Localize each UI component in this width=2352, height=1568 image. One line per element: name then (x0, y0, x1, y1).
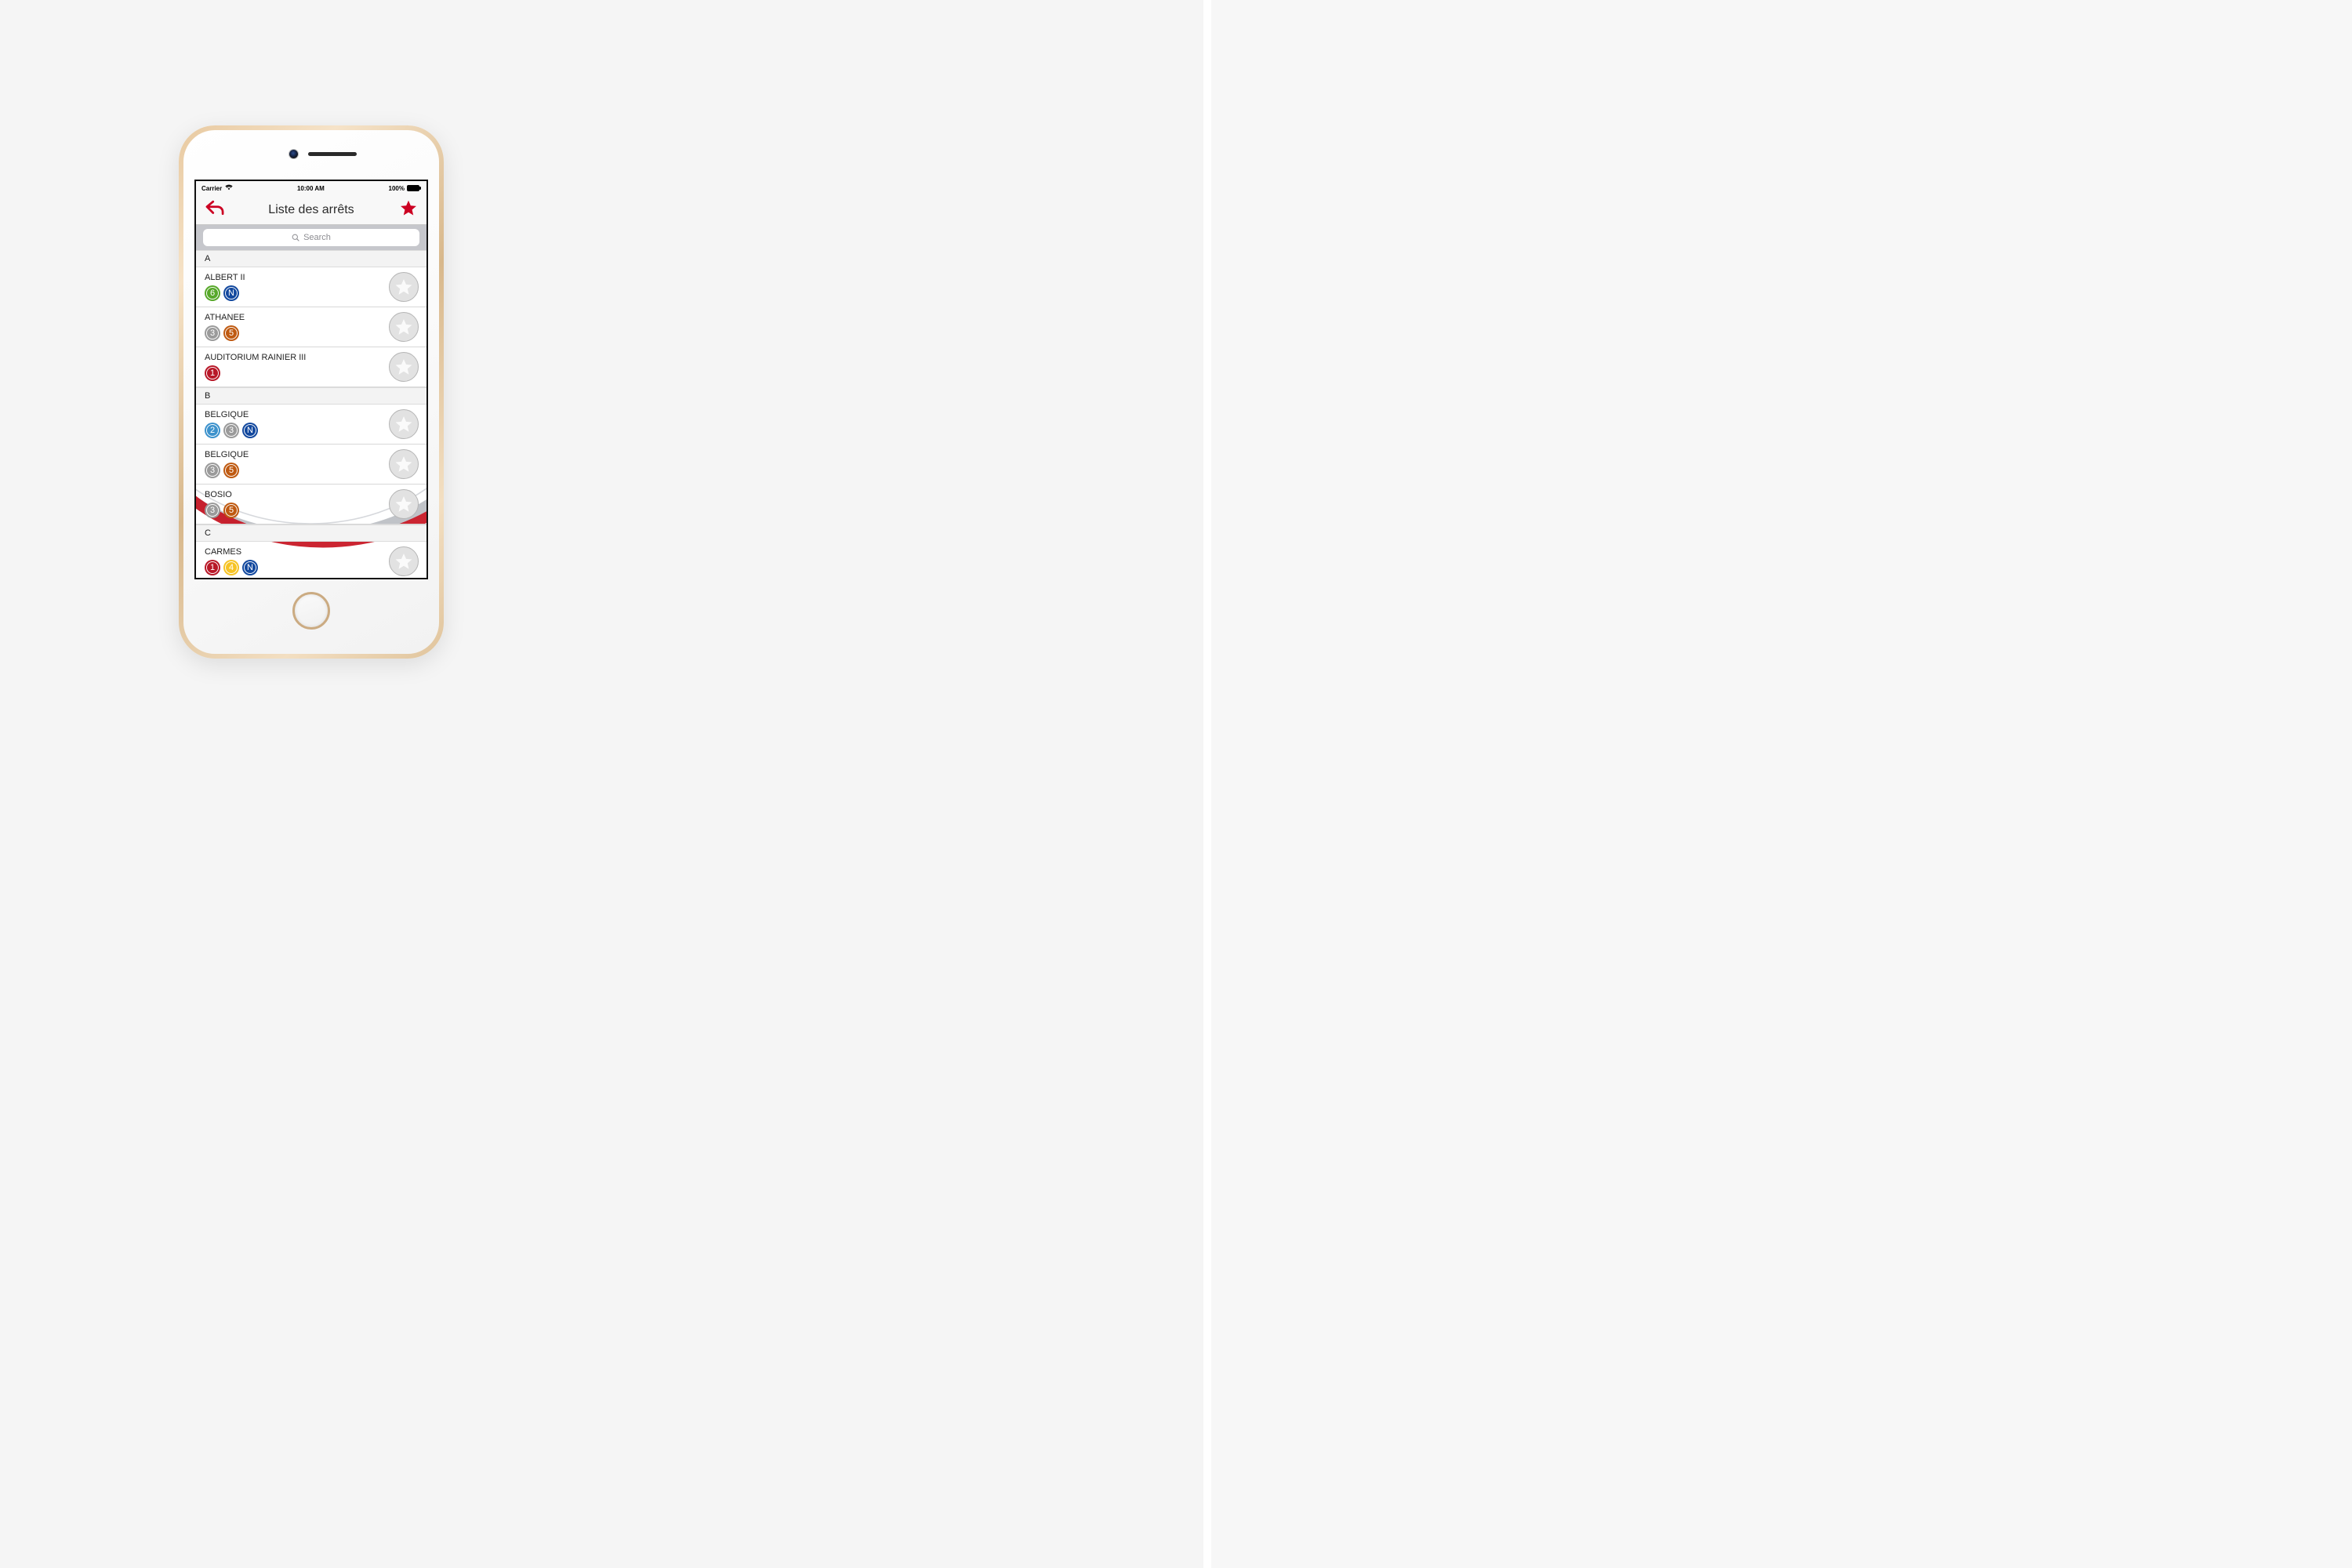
search-input[interactable]: Search (203, 229, 419, 246)
stop-row-content: CARMES 1 4 N (205, 547, 389, 575)
line-badge-label: N (228, 288, 234, 298)
favorite-star-button[interactable] (389, 546, 419, 576)
stop-row[interactable]: BOSIO 3 5 (196, 485, 426, 524)
right-panel: Carrier 10:00 AM 100% (1211, 0, 2352, 1568)
stop-name-label: AUDITORIUM RAINIER III (205, 353, 307, 362)
back-arrow-icon[interactable] (205, 200, 226, 220)
stop-name-label: BOSIO (205, 490, 232, 499)
stop-row[interactable]: ALBERT II 6 N (196, 267, 426, 307)
stop-row[interactable]: AUDITORIUM RAINIER III 1 (196, 347, 426, 387)
line-badge-label: 1 (209, 562, 216, 572)
stop-list[interactable]: A ALBERT II 6 N ATHANEE 3 5 AUDITORIUM RAINIER … (196, 194, 426, 578)
line-badge-label: N (247, 562, 253, 572)
stop-row[interactable]: BELGIQUE 3 5 (196, 445, 426, 485)
line-badge-label: 2 (209, 425, 216, 435)
favorite-star-button[interactable] (389, 272, 419, 302)
line-badge-label: 5 (228, 505, 234, 515)
line-badge-3: 3 (205, 325, 220, 341)
panel-divider (1203, 0, 1211, 1568)
line-badge-label: 3 (209, 505, 216, 515)
line-badge-5: 5 (223, 503, 239, 518)
favorite-star-button[interactable] (389, 312, 419, 342)
stop-row-content: BELGIQUE 2 3 N (205, 410, 389, 438)
stop-name-label: CARMES (205, 547, 242, 557)
line-badge-3: 3 (223, 423, 239, 438)
line-badge-label: 1 (209, 368, 216, 378)
line-badge-n: N (242, 560, 258, 575)
battery-full-icon (406, 185, 421, 191)
line-badge-label: 5 (228, 328, 234, 338)
search-placeholder: Search (303, 233, 331, 242)
line-badge-label: 6 (209, 288, 216, 298)
screen-left: Carrier 10:00 AM 100% Liste des arrêts S… (194, 180, 428, 579)
stop-row[interactable]: CARMES 1 4 N (196, 542, 426, 578)
line-badge-1: 1 (205, 365, 220, 381)
front-camera-icon (289, 150, 298, 158)
line-badge-6: 6 (205, 285, 220, 301)
line-badge-group: 2 3 N (205, 423, 389, 438)
line-badge-n: N (242, 423, 258, 438)
line-badge-group: 35 (205, 503, 389, 518)
section-header-a: A (196, 250, 426, 267)
line-badge-2: 2 (205, 423, 220, 438)
stop-row[interactable]: BELGIQUE 2 3 N (196, 405, 426, 445)
stop-name-label: ATHANEE (205, 313, 245, 322)
section-header-letter: A (205, 254, 211, 263)
line-badge-label: 3 (209, 465, 216, 475)
line-badge-group: 1 4 N (205, 560, 389, 575)
stop-row-content: BOSIO 3 5 (205, 490, 389, 518)
status-bar-time: 10:00 AM (296, 184, 325, 192)
line-badge-group: 1 (205, 365, 389, 381)
favorite-star-button[interactable] (389, 409, 419, 439)
section-header-letter: B (205, 391, 211, 401)
left-panel: Carrier 10:00 AM 100% Liste des arrêts S… (0, 0, 1203, 1568)
page-title: Liste des arrêts (268, 202, 354, 216)
line-badge-5: 5 (223, 463, 239, 478)
line-badge-4: 4 (223, 560, 239, 575)
stop-row-content: ATHANEE 3 5 (205, 313, 389, 341)
line-badge-3: 3 (205, 503, 220, 518)
line-badge-group: 6N (205, 285, 389, 301)
line-badge-group: 35 (205, 463, 389, 478)
line-badge-group: 35 (205, 325, 389, 341)
section-header-letter: C (205, 528, 211, 538)
phone-device-left: Carrier 10:00 AM 100% Liste des arrêts S… (179, 125, 444, 659)
status-bar: Carrier 10:00 AM 100% (196, 181, 426, 195)
search-bar: Search (196, 225, 426, 250)
line-badge-3: 3 (205, 463, 220, 478)
stop-name-label: ALBERT II (205, 273, 245, 282)
section-header-b: B (196, 387, 426, 405)
favorite-star-button[interactable] (389, 449, 419, 479)
line-badge-n: N (223, 285, 239, 301)
line-badge-label: N (247, 425, 253, 435)
line-badge-label: 3 (209, 328, 216, 338)
favorite-star-button[interactable] (389, 352, 419, 382)
line-badge-1: 1 (205, 560, 220, 575)
stop-row-content: ALBERT II 6 N (205, 273, 389, 301)
stop-row[interactable]: ATHANEE 3 5 (196, 307, 426, 347)
line-badge-label: 3 (228, 425, 234, 435)
line-badge-label: 5 (228, 465, 234, 475)
stop-name-label: BELGIQUE (205, 450, 249, 459)
carrier-label: Carrier (201, 184, 223, 192)
stop-row-content: BELGIQUE 3 5 (205, 450, 389, 478)
stop-name-label: BELGIQUE (205, 410, 249, 419)
line-badge-5: 5 (223, 325, 239, 341)
stop-row-content: AUDITORIUM RAINIER III 1 (205, 353, 389, 381)
wifi-icon (225, 184, 233, 192)
star-filled-icon[interactable] (400, 200, 417, 220)
home-button[interactable] (292, 592, 330, 630)
earpiece-speaker-icon (308, 152, 357, 156)
line-badge-label: 4 (228, 562, 234, 572)
section-header-c: C (196, 524, 426, 542)
battery-percent-label: 100% (388, 184, 405, 192)
nav-bar: Liste des arrêts (196, 195, 426, 225)
favorite-star-button[interactable] (389, 489, 419, 519)
search-icon (292, 234, 299, 241)
